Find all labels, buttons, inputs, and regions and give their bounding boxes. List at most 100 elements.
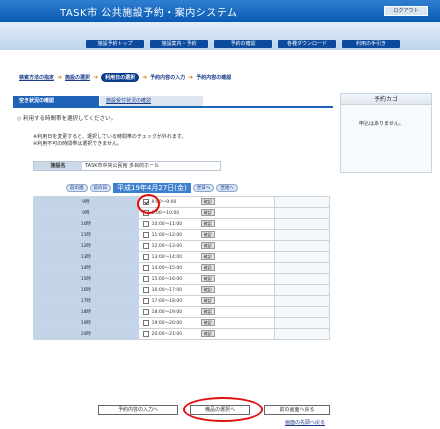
note-line: ※利用日を変更すると、選択している時間帯のチェックが外れます。 (33, 134, 187, 140)
slot-cell: 19:00～20:00 確認 (137, 317, 276, 329)
nav-tab-facility[interactable]: 施設案内・予約 (150, 40, 208, 48)
tab-availability-label: 空き状況の確認 (19, 98, 55, 104)
facility-label: 施設名 (34, 162, 82, 170)
table-row: 20時 20:00～21:00 確認 (33, 328, 330, 340)
time-label: 17時 (33, 295, 139, 307)
time-label: 9時 (33, 196, 139, 208)
back-to-top-link[interactable]: 画面の先頭へ戻る (285, 419, 325, 426)
tab-underline (13, 106, 333, 108)
prev-day-button[interactable]: 前の日 (89, 184, 111, 192)
time-label: 14時 (33, 262, 139, 274)
time-label: 11時 (33, 229, 139, 241)
confirm-button[interactable]: 確認 (200, 198, 215, 205)
slot-cell: 18:00～19:00 確認 (137, 306, 276, 318)
confirm-button[interactable]: 確認 (200, 319, 215, 326)
slot-cell: 11:00～12:00 確認 (137, 229, 276, 241)
section-title: ◇ 利用する時間帯を選択してください。 (17, 116, 117, 122)
slot-checkbox[interactable] (142, 331, 149, 337)
slot-checkbox[interactable] (142, 243, 149, 249)
time-label: 15時 (33, 273, 139, 285)
current-date: 平成19年4月27日(金) (113, 183, 191, 193)
logout-button[interactable]: ログアウト (384, 6, 428, 16)
empty-cell (274, 262, 330, 274)
slot-cell: 14:00～15:00 確認 (137, 262, 276, 274)
slot-cell: 16:00～17:00 確認 (137, 284, 276, 296)
prev-page-button[interactable]: 前の画面へ戻る (264, 405, 330, 415)
breadcrumb-facility[interactable]: 施設の選択 (65, 74, 90, 81)
empty-cell (274, 273, 330, 285)
confirm-button[interactable]: 確認 (200, 330, 215, 337)
confirm-button[interactable]: 確認 (200, 253, 215, 260)
slot-label: 16:00～17:00 (151, 288, 183, 293)
slot-label: 18:00～19:00 (151, 310, 183, 315)
empty-cell (274, 295, 330, 307)
time-label: 9時 (33, 207, 139, 219)
app-title: TASK市 公共施設予約・案内システム (60, 8, 238, 19)
slot-cell: 17:00～18:00 確認 (137, 295, 276, 307)
slot-checkbox[interactable] (142, 309, 149, 315)
breadcrumb-date-current: 利用日の選択 (101, 72, 140, 82)
slot-label: 12:00～13:00 (151, 244, 183, 249)
highlight-circle (137, 194, 160, 214)
confirm-button[interactable]: 確認 (200, 231, 215, 238)
table-row: 12時 12:00～13:00 確認 (33, 240, 330, 252)
slot-checkbox[interactable] (142, 265, 149, 271)
time-label: 13時 (33, 251, 139, 263)
slot-checkbox[interactable] (142, 320, 149, 326)
prev-week-button[interactable]: 前の週 (66, 184, 88, 192)
slot-cell: 20:00～21:00 確認 (137, 328, 276, 340)
table-row: 10時 10:00～11:00 確認 (33, 218, 330, 230)
confirm-button[interactable]: 確認 (200, 220, 215, 227)
cart-panel: 予約カゴ 申込はありません。 (340, 93, 432, 173)
empty-cell (274, 218, 330, 230)
next-week-button[interactable]: 翌週へ (216, 184, 238, 192)
slot-checkbox[interactable] (142, 276, 149, 282)
note-line: ※利用不可の時間帯は選択できません。 (33, 141, 123, 147)
facility-row: 施設名 TASK市中央公民館 多目的ホール (33, 161, 221, 171)
breadcrumb: 検索方法の指定 ➜ 施設の選択 ➜ 利用日の選択 ➜ 予約内容の入力 ➜ 予約内… (19, 72, 231, 82)
nav-tab-download[interactable]: 各種ダウンロード (278, 40, 336, 48)
confirm-button[interactable]: 確認 (200, 242, 215, 249)
slot-checkbox[interactable] (142, 232, 149, 238)
slot-cell: 15:00～16:00 確認 (137, 273, 276, 285)
empty-cell (274, 306, 330, 318)
confirm-button[interactable]: 確認 (200, 209, 215, 216)
back-to-input-button[interactable]: 予約内容の入力へ (98, 405, 178, 415)
empty-cell (274, 240, 330, 252)
slot-cell: 13:00～14:00 確認 (137, 251, 276, 263)
empty-cell (274, 229, 330, 241)
notes: ※利用日を変更すると、選択している時間帯のチェックが外れます。 ※利用不可の時間… (33, 134, 186, 148)
breadcrumb-confirm: 予約内容の確認 (196, 74, 232, 81)
confirm-button[interactable]: 確認 (200, 264, 215, 271)
nav-tab-top[interactable]: 施設予約トップ (86, 40, 144, 48)
nav-tab-confirm[interactable]: 予約の確認 (214, 40, 272, 48)
confirm-button[interactable]: 確認 (200, 275, 215, 282)
breadcrumb-search-method[interactable]: 検索方法の指定 (19, 74, 54, 81)
slot-checkbox[interactable] (142, 298, 149, 304)
slot-label: 17:00～18:00 (151, 299, 183, 304)
slot-label: 15:00～16:00 (151, 277, 183, 282)
table-row: 9時 9:00～10:00 確認 (33, 207, 330, 219)
slot-checkbox[interactable] (142, 287, 149, 293)
nav-tab-guide[interactable]: 利用の手引き (342, 40, 400, 48)
slot-checkbox[interactable] (142, 254, 149, 260)
tab-reception-status[interactable]: 施設受付状況の確認 (100, 96, 203, 106)
time-label: 12時 (33, 240, 139, 252)
slot-checkbox[interactable] (142, 221, 149, 227)
nav-tabs: 施設予約トップ 施設案内・予約 予約の確認 各種ダウンロード 利用の手引き (86, 40, 400, 48)
highlight-circle (183, 397, 263, 422)
confirm-button[interactable]: 確認 (200, 286, 215, 293)
confirm-button[interactable]: 確認 (200, 297, 215, 304)
time-label: 20時 (33, 328, 139, 340)
empty-cell (274, 284, 330, 296)
slot-label: 13:00～14:00 (151, 255, 183, 260)
table-row: 18時 18:00～19:00 確認 (33, 306, 330, 318)
tab-availability[interactable]: 空き状況の確認 (13, 96, 99, 106)
breadcrumb-input: 予約内容の入力 (150, 74, 186, 81)
confirm-button[interactable]: 確認 (200, 308, 215, 315)
arrow-right-icon: ➜ (57, 73, 63, 81)
next-day-button[interactable]: 翌日へ (192, 184, 215, 192)
table-row: 17時 17:00～18:00 確認 (33, 295, 330, 307)
time-label: 19時 (33, 317, 139, 329)
arrow-right-icon: ➜ (188, 73, 194, 81)
